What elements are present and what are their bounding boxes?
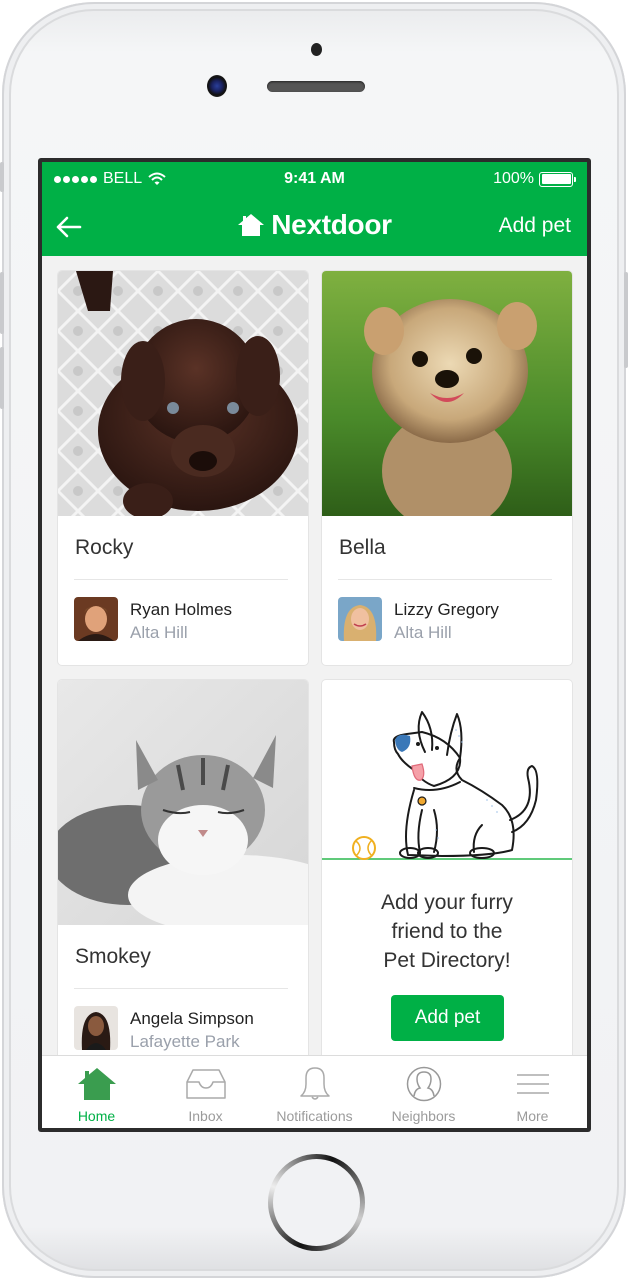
tab-label: Home bbox=[77, 1108, 116, 1124]
promo-line-1: Add your furry bbox=[381, 891, 513, 914]
status-right: 100% bbox=[493, 170, 576, 188]
promo-line-2: friend to the bbox=[391, 920, 503, 943]
owner-name[interactable]: Angela Simpson bbox=[130, 1009, 254, 1029]
earpiece-speaker bbox=[267, 81, 365, 92]
tab-notifications[interactable]: Notifications bbox=[260, 1056, 369, 1128]
battery-icon bbox=[539, 171, 576, 187]
navigation-bar: Nextdoor Add pet bbox=[42, 198, 587, 256]
owner-name[interactable]: Lizzy Gregory bbox=[394, 600, 499, 620]
divider bbox=[74, 579, 288, 580]
app-screen: BELL 9:41 AM 100% Nextdoor Add pet Rocky… bbox=[42, 162, 587, 1128]
promo-message: Add your furry friend to the Pet Directo… bbox=[322, 888, 572, 975]
tab-label: Inbox bbox=[188, 1108, 223, 1124]
tab-label: Notifications bbox=[276, 1108, 353, 1124]
add-pet-header-button[interactable]: Add pet bbox=[499, 214, 571, 238]
tab-label: More bbox=[516, 1108, 549, 1124]
add-pet-promo-card: Add your furry friend to the Pet Directo… bbox=[322, 680, 572, 1074]
dog-with-ball-illustration bbox=[322, 711, 572, 860]
mute-switch bbox=[0, 162, 4, 192]
add-pet-button[interactable]: Add pet bbox=[391, 995, 504, 1041]
owner-neighborhood: Lafayette Park bbox=[130, 1032, 240, 1051]
tab-label: Neighbors bbox=[391, 1108, 456, 1124]
yorkshire-terrier-photo bbox=[322, 271, 572, 516]
angela-simpson-avatar[interactable] bbox=[74, 1006, 118, 1050]
lizzy-gregory-avatar[interactable] bbox=[338, 597, 382, 641]
owner-neighborhood: Alta Hill bbox=[394, 623, 452, 642]
tab-bar: Home Inbox Notifications Neighbors More bbox=[42, 1055, 587, 1128]
tab-inbox[interactable]: Inbox bbox=[151, 1056, 260, 1128]
owner-name[interactable]: Ryan Holmes bbox=[130, 600, 232, 620]
house-icon bbox=[238, 214, 265, 236]
home-icon bbox=[75, 1066, 119, 1102]
tab-more[interactable]: More bbox=[478, 1056, 587, 1128]
promo-line-3: Pet Directory! bbox=[383, 949, 511, 972]
status-bar: BELL 9:41 AM 100% bbox=[42, 162, 587, 198]
owner-neighborhood: Alta Hill bbox=[130, 623, 188, 642]
front-camera bbox=[207, 75, 227, 97]
app-header: BELL 9:41 AM 100% Nextdoor Add pet bbox=[42, 162, 587, 256]
ryan-holmes-avatar[interactable] bbox=[74, 597, 118, 641]
pet-name: Smokey bbox=[75, 945, 151, 968]
app-title: Nextdoor bbox=[271, 209, 392, 240]
pet-name: Rocky bbox=[75, 536, 134, 559]
power-button bbox=[624, 272, 628, 368]
bell-icon bbox=[293, 1066, 337, 1102]
battery-percent: 100% bbox=[493, 170, 534, 187]
pet-card-smokey[interactable]: Smokey Angela Simpson Lafayette Park bbox=[58, 680, 308, 1074]
hamburger-menu-icon bbox=[511, 1066, 555, 1102]
tab-neighbors[interactable]: Neighbors bbox=[369, 1056, 478, 1128]
divider bbox=[74, 988, 288, 989]
home-button[interactable] bbox=[268, 1154, 365, 1251]
proximity-sensor bbox=[311, 43, 322, 56]
battery-level bbox=[541, 174, 571, 184]
tab-home[interactable]: Home bbox=[42, 1056, 151, 1128]
volume-down-button bbox=[0, 347, 4, 409]
volume-up-button bbox=[0, 272, 4, 334]
phone-screen: BELL 9:41 AM 100% Nextdoor Add pet Rocky… bbox=[38, 158, 591, 1132]
chocolate-labrador-puppy-photo bbox=[58, 271, 308, 516]
person-circle-icon bbox=[402, 1066, 446, 1102]
pet-name: Bella bbox=[339, 536, 386, 559]
divider bbox=[338, 579, 552, 580]
pet-card-bella[interactable]: Bella Lizzy Gregory Alta Hill bbox=[322, 271, 572, 665]
inbox-icon bbox=[184, 1066, 228, 1102]
pet-card-rocky[interactable]: Rocky Ryan Holmes Alta Hill bbox=[58, 271, 308, 665]
tabby-cat-photo bbox=[58, 680, 308, 925]
